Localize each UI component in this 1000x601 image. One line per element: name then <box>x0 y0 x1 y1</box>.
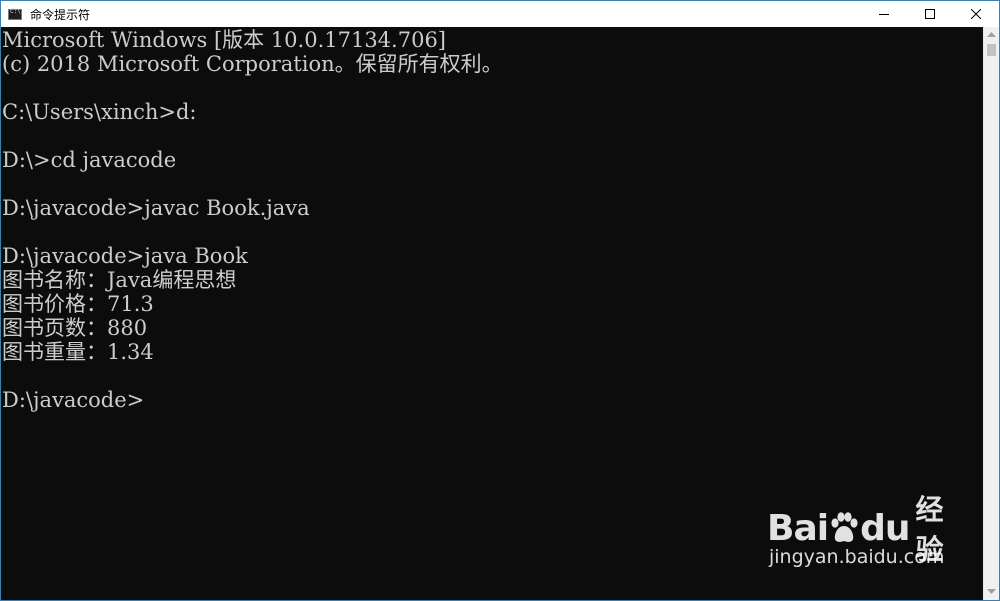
console-line: C:\Users\xinch>d: <box>2 100 197 124</box>
cmd-app-icon[interactable] <box>8 8 22 20</box>
console-line: 图书页数：880 <box>2 316 148 340</box>
console-line: D:\javacode>java Book <box>2 244 248 268</box>
console-line: 图书重量：1.34 <box>2 340 154 364</box>
console-line: 图书价格：71.3 <box>2 292 154 316</box>
console-prompt-line: D:\javacode> <box>2 388 145 412</box>
scroll-up-arrow-icon <box>987 32 996 37</box>
console-line: D:\javacode>javac Book.java <box>2 196 310 220</box>
console-line: (c) 2018 Microsoft Corporation。保留所有权利。 <box>2 52 503 76</box>
minimize-icon <box>879 14 889 15</box>
scroll-down-button[interactable] <box>984 584 999 600</box>
scroll-up-button[interactable] <box>984 27 999 43</box>
window-controls <box>861 1 999 27</box>
window-title: 命令提示符 <box>30 7 91 22</box>
cmd-window: 命令提示符 Microsoft Windows [版本 10.0.17134 <box>0 0 1000 601</box>
vertical-scrollbar[interactable] <box>983 27 999 600</box>
close-icon <box>971 9 981 19</box>
minimize-button[interactable] <box>861 1 907 27</box>
scroll-down-arrow-icon <box>987 589 996 594</box>
title-bar[interactable]: 命令提示符 <box>1 1 999 27</box>
console-line: 图书名称：Java编程思想 <box>2 268 237 292</box>
close-button[interactable] <box>953 1 999 27</box>
console-line: D:\>cd javacode <box>2 148 177 172</box>
maximize-icon <box>925 9 935 19</box>
maximize-button[interactable] <box>907 1 953 27</box>
scrollbar-thumb[interactable] <box>987 44 996 56</box>
console-line: Microsoft Windows [版本 10.0.17134.706] <box>2 28 446 52</box>
console-output[interactable]: Microsoft Windows [版本 10.0.17134.706] (c… <box>1 27 985 600</box>
